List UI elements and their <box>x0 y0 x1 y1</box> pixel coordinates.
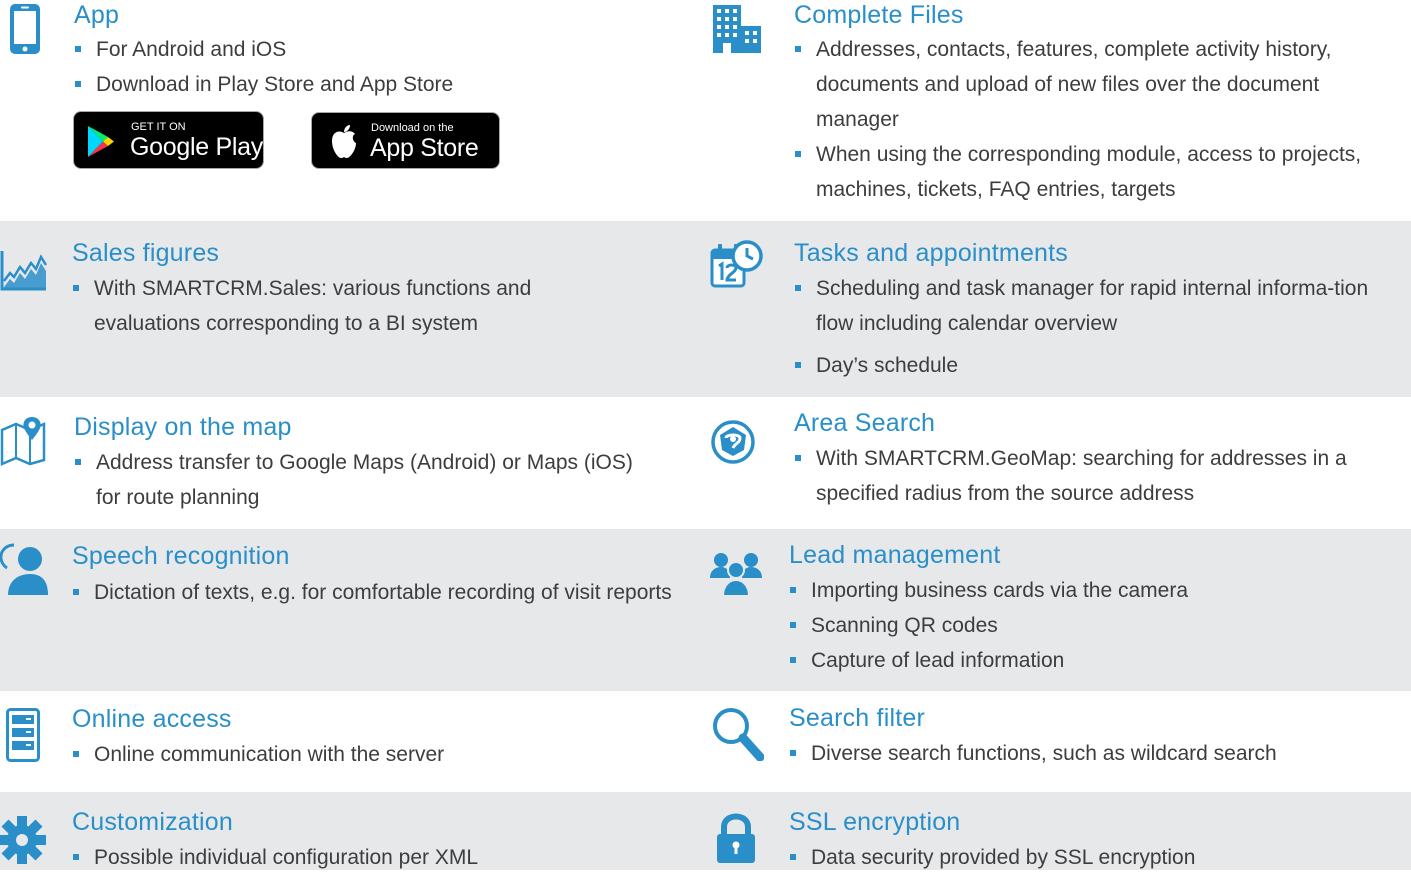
bullet-list: Dictation of texts, e.g. for comfortable… <box>72 575 687 610</box>
list-item: Address transfer to Google Maps (Android… <box>74 445 654 515</box>
feature-title: App <box>74 1 120 29</box>
list-item: Scheduling and task manager for rapid in… <box>794 271 1400 341</box>
speaking-person-icon <box>0 541 48 595</box>
radius-search-icon <box>710 418 756 466</box>
apple-icon <box>329 124 359 165</box>
feature-title: Search filter <box>789 704 925 732</box>
bullet-list: Importing business cards via the camera … <box>789 573 1395 678</box>
app-store-small-label: Download on the <box>371 122 454 134</box>
bullet-list: Scheduling and task manager for rapid in… <box>794 271 1400 383</box>
feature-title: Display on the map <box>74 413 292 441</box>
google-play-badge[interactable]: GET IT ON Google Play <box>73 111 264 169</box>
bullet-list: Diverse search functions, such as wildca… <box>789 736 1395 771</box>
list-item: Download in Play Store and App Store <box>74 67 674 102</box>
line-chart-icon <box>0 249 48 293</box>
list-item: Online communication with the server <box>72 737 672 772</box>
gear-icon <box>0 812 48 866</box>
google-play-label: Google Play <box>130 133 263 161</box>
list-item: Scanning QR codes <box>789 608 1395 643</box>
calendar-clock-icon <box>710 240 764 290</box>
smartphone-icon <box>9 3 41 55</box>
feature-title: Area Search <box>794 409 936 437</box>
magnifier-icon <box>710 705 764 761</box>
map-pin-icon <box>0 416 48 466</box>
bullet-list: Online communication with the server <box>72 737 672 772</box>
list-item: Capture of lead information <box>789 643 1395 678</box>
office-building-icon <box>712 4 762 54</box>
list-item: For Android and iOS <box>74 32 674 67</box>
bullet-list: For Android and iOS Download in Play Sto… <box>74 32 674 102</box>
list-item: Addresses, contacts, features, complete … <box>794 32 1400 137</box>
list-item: With SMARTCRM.Sales: various functions a… <box>72 271 592 341</box>
bullet-list: With SMARTCRM.GeoMap: searching for addr… <box>794 441 1400 511</box>
feature-title: Sales figures <box>72 239 220 267</box>
list-item: With SMARTCRM.GeoMap: searching for addr… <box>794 441 1400 511</box>
feature-title: Customization <box>72 808 233 836</box>
bullet-list: Address transfer to Google Maps (Android… <box>74 445 654 515</box>
feature-title: Lead management <box>789 541 1001 569</box>
list-item: Diverse search functions, such as wildca… <box>789 736 1395 771</box>
app-store-label: App Store <box>370 134 479 162</box>
bullet-list: Addresses, contacts, features, complete … <box>794 32 1400 207</box>
feature-title: SSL encryption <box>789 808 961 836</box>
list-item: Importing business cards via the camera <box>789 573 1395 608</box>
bullet-list: With SMARTCRM.Sales: various functions a… <box>72 271 592 341</box>
google-play-small-label: GET IT ON <box>131 121 186 133</box>
play-triangle-icon <box>86 125 116 163</box>
app-store-badge[interactable]: Download on the App Store <box>311 112 500 169</box>
server-icon <box>6 708 40 762</box>
list-item: When using the corresponding module, acc… <box>794 137 1400 207</box>
feature-title: Tasks and appointments <box>794 239 1069 267</box>
list-item: Dictation of texts, e.g. for comfortable… <box>72 575 687 610</box>
feature-title: Complete Files <box>794 1 964 29</box>
feature-title: Online access <box>72 705 232 733</box>
feature-title: Speech recognition <box>72 542 290 570</box>
people-group-icon <box>710 548 762 598</box>
padlock-icon <box>713 811 759 863</box>
list-item: Day’s schedule <box>794 348 1400 383</box>
